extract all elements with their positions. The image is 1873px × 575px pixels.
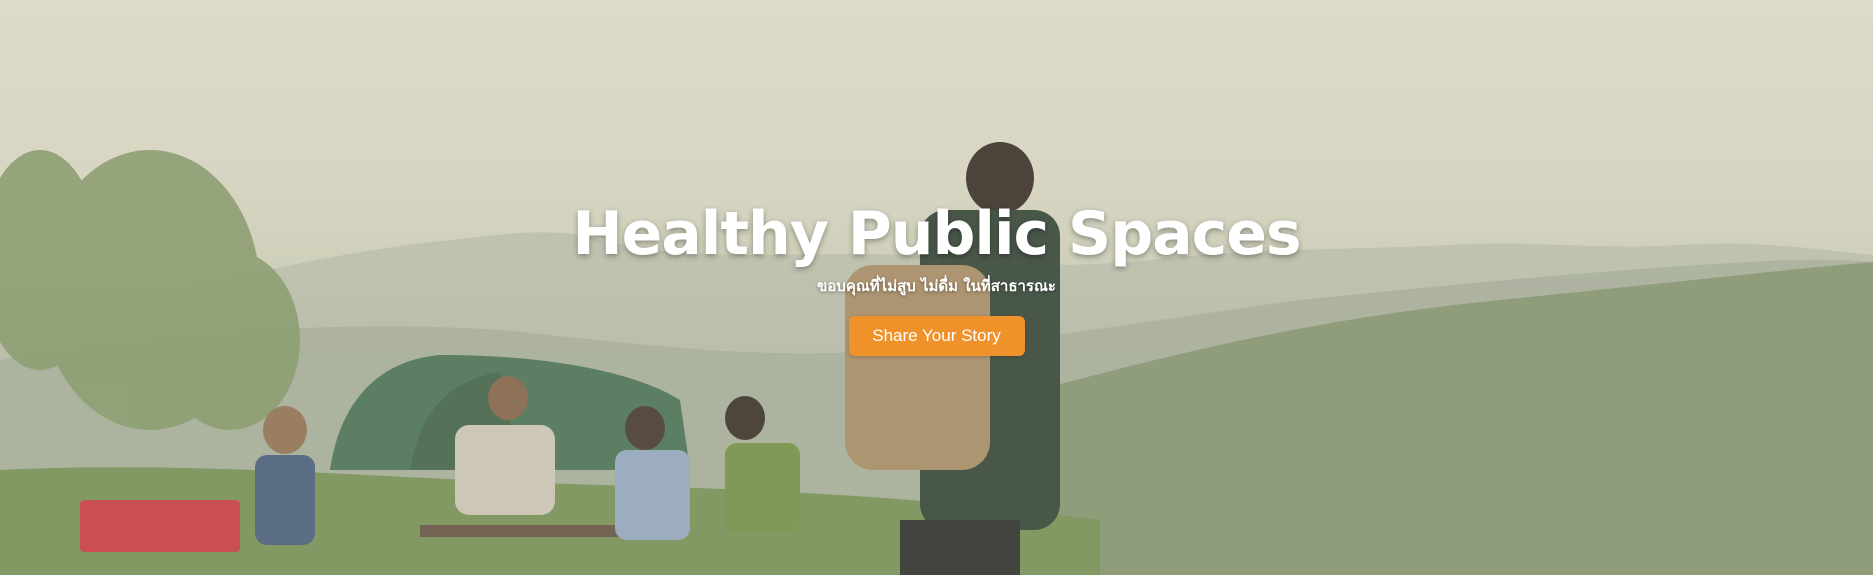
share-your-story-button[interactable]: Share Your Story: [848, 316, 1025, 356]
hero-content: Healthy Public Spaces ขอบคุณที่ไม่สูบ ไม…: [0, 0, 1873, 575]
hero-banner: Healthy Public Spaces ขอบคุณที่ไม่สูบ ไม…: [0, 0, 1873, 575]
hero-subtitle: ขอบคุณที่ไม่สูบ ไม่ดื่ม ในที่สาธารณะ: [817, 277, 1056, 295]
hero-title: Healthy Public Spaces: [572, 199, 1301, 269]
